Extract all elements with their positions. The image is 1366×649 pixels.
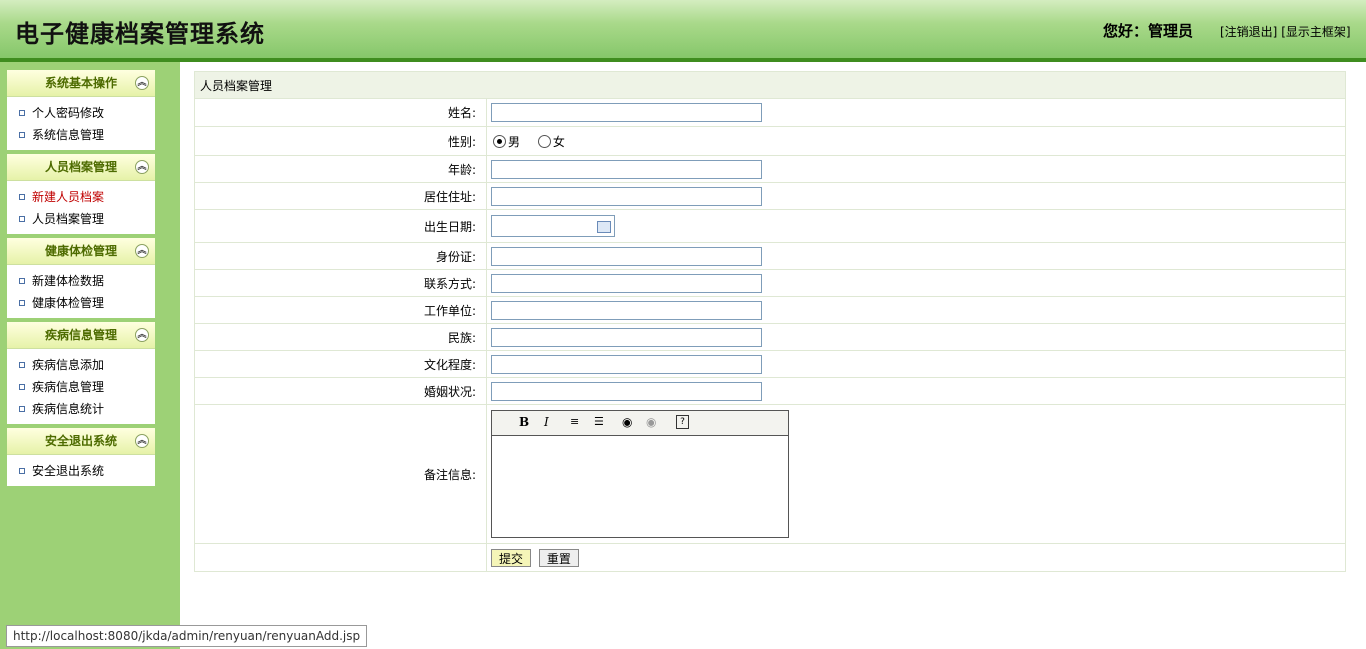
menu-group-header[interactable]: 安全退出系统 ︽: [7, 428, 155, 455]
collapse-icon[interactable]: ︽: [135, 434, 149, 448]
ordered-list-icon[interactable]: ≡: [570, 415, 579, 428]
logout-link[interactable]: [注销退出]: [1220, 25, 1277, 39]
age-label: 年龄:: [194, 155, 487, 183]
gender-female-radio[interactable]: [537, 134, 551, 148]
ethnicity-label: 民族:: [194, 323, 487, 351]
address-input[interactable]: [491, 186, 762, 206]
menu-item-change-password[interactable]: 个人密码修改: [7, 102, 155, 124]
menu-group-system: 系统基本操作 ︽ 个人密码修改 系统信息管理: [7, 70, 155, 150]
menu-item-checkup-manage[interactable]: 健康体检管理: [7, 292, 155, 314]
collapse-icon[interactable]: ︽: [135, 160, 149, 174]
birthdate-label: 出生日期:: [194, 209, 487, 243]
age-input[interactable]: [491, 159, 762, 179]
help-icon[interactable]: ?: [676, 415, 689, 429]
app-title: 电子健康档案管理系统: [15, 19, 265, 48]
italic-icon[interactable]: I: [544, 415, 549, 429]
collapse-icon[interactable]: ︽: [135, 76, 149, 90]
bold-icon[interactable]: B: [519, 415, 529, 429]
bullet-icon: [19, 467, 25, 474]
menu-item-safe-exit[interactable]: 安全退出系统: [7, 460, 155, 482]
bullet-icon: [19, 215, 25, 222]
sidebar: 系统基本操作 ︽ 个人密码修改 系统信息管理 人员档案管理 ︽ 新建人员档案 人员档…: [0, 62, 180, 649]
collapse-icon[interactable]: ︽: [135, 244, 149, 258]
menu-group-checkup: 健康体检管理 ︽ 新建体检数据 健康体检管理: [7, 238, 155, 318]
name-label: 姓名:: [194, 98, 487, 127]
bullet-icon: [19, 109, 25, 116]
insert-link-icon[interactable]: ◉: [622, 415, 632, 429]
menu-group-disease: 疾病信息管理 ︽ 疾病信息添加 疾病信息管理 疾病信息统计: [7, 322, 155, 424]
birthdate-input[interactable]: [491, 215, 615, 237]
unlink-icon[interactable]: ◉: [646, 415, 656, 429]
menu-item-new-checkup[interactable]: 新建体检数据: [7, 270, 155, 292]
menu-group-exit: 安全退出系统 ︽ 安全退出系统: [7, 428, 155, 486]
collapse-icon[interactable]: ︽: [135, 328, 149, 342]
menu-group-header[interactable]: 健康体检管理 ︽: [7, 238, 155, 265]
bullet-icon: [19, 277, 25, 284]
ethnicity-input[interactable]: [491, 327, 762, 347]
bullet-icon: [19, 405, 25, 412]
editor-toolbar: B I ≡ ☰ ◉ ◉ ?: [492, 411, 788, 436]
idcard-input[interactable]: [491, 246, 762, 266]
gender-label: 性别:: [194, 126, 487, 156]
bullet-icon: [19, 361, 25, 368]
unordered-list-icon[interactable]: ☰: [594, 415, 604, 428]
calendar-icon[interactable]: [597, 221, 611, 233]
menu-item-new-personnel[interactable]: 新建人员档案: [7, 186, 155, 208]
bullet-icon: [19, 131, 25, 138]
show-main-frame-link[interactable]: [显示主框架]: [1281, 25, 1350, 39]
contact-input[interactable]: [491, 273, 762, 293]
marital-input[interactable]: [491, 381, 762, 401]
education-label: 文化程度:: [194, 350, 487, 378]
bullet-icon: [19, 383, 25, 390]
remark-editor: B I ≡ ☰ ◉ ◉ ?: [491, 410, 789, 538]
address-label: 居住住址:: [194, 182, 487, 210]
menu-group-header[interactable]: 疾病信息管理 ︽: [7, 322, 155, 349]
main-content: 人员档案管理 姓名: 性别: 男 女 年龄: 居住住址: 出生日期: 身份证:: [194, 71, 1346, 572]
bullet-icon: [19, 193, 25, 200]
education-input[interactable]: [491, 354, 762, 374]
form-caption: 人员档案管理: [194, 71, 1346, 99]
app-header: 电子健康档案管理系统 您好：管理员 [注销退出] [显示主框架]: [0, 0, 1366, 62]
menu-item-personnel-manage[interactable]: 人员档案管理: [7, 208, 155, 230]
personnel-form: 人员档案管理 姓名: 性别: 男 女 年龄: 居住住址: 出生日期: 身份证:: [194, 71, 1346, 572]
submit-button[interactable]: 提交: [491, 548, 532, 567]
menu-item-system-info[interactable]: 系统信息管理: [7, 124, 155, 146]
gender-female-label: 女: [552, 134, 565, 149]
header-links: [注销退出] [显示主框架]: [1220, 23, 1351, 40]
remark-label: 备注信息:: [194, 404, 487, 544]
workplace-label: 工作单位:: [194, 296, 487, 324]
menu-item-disease-add[interactable]: 疾病信息添加: [7, 354, 155, 376]
contact-label: 联系方式:: [194, 269, 487, 297]
marital-label: 婚姻状况:: [194, 377, 487, 405]
name-input[interactable]: [491, 103, 762, 122]
menu-item-disease-stats[interactable]: 疾病信息统计: [7, 398, 155, 420]
menu-group-personnel: 人员档案管理 ︽ 新建人员档案 人员档案管理: [7, 154, 155, 234]
status-bar-url: http://localhost:8080/jkda/admin/renyuan…: [6, 625, 368, 647]
menu-group-header[interactable]: 人员档案管理 ︽: [7, 154, 155, 181]
idcard-label: 身份证:: [194, 242, 487, 270]
user-greeting: 您好：管理员: [1103, 22, 1194, 40]
gender-male-radio[interactable]: [493, 134, 506, 148]
gender-male-label: 男: [508, 134, 521, 149]
bullet-icon: [19, 299, 25, 306]
workplace-input[interactable]: [491, 300, 762, 320]
reset-button[interactable]: 重置: [538, 548, 579, 567]
menu-group-header[interactable]: 系统基本操作 ︽: [7, 70, 155, 97]
menu-item-disease-manage[interactable]: 疾病信息管理: [7, 376, 155, 398]
editor-textarea[interactable]: [492, 436, 788, 536]
